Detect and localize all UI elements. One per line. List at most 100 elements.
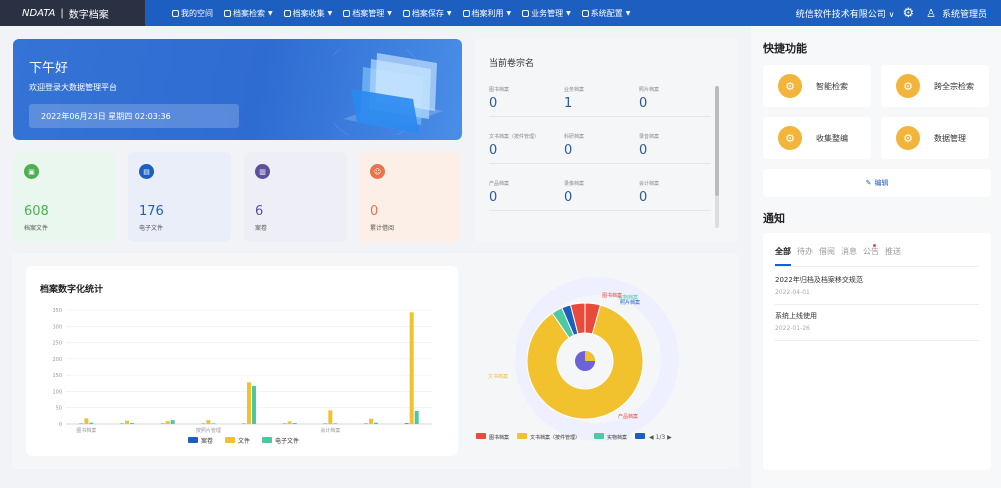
stat-value: 176 (139, 204, 164, 219)
bar[interactable] (211, 423, 216, 424)
notice-tab-3[interactable]: 消息 (841, 246, 857, 257)
bar-chart: 0 50 100 150 200 250 300 350 图书档案 按照片管理 会计档案案卷 文件 电子… (52, 308, 432, 445)
fonds-panel: 当前卷宗名 图书档案 0 业务档案 1 照片档案 0 文书档案（按件管理） 0 科研档案 0 录音档… (475, 38, 738, 242)
fonds-item[interactable]: 照片档案 0 (639, 86, 714, 111)
notice-tab-5[interactable]: 推送 (885, 246, 901, 257)
app-logo[interactable]: NDATA | 数字档案 (0, 0, 145, 26)
quick-label: 数据管理 (934, 133, 966, 143)
stat-card-3[interactable]: ☺ 0 累计借阅 (359, 152, 462, 242)
legend-swatch (517, 433, 527, 439)
bar[interactable] (333, 423, 338, 424)
gear-icon[interactable]: ⚙ (902, 6, 914, 21)
fonds-item[interactable]: 文书档案（按件管理） 0 (489, 133, 564, 158)
legend-label[interactable]: 案卷 (201, 437, 213, 445)
bar[interactable] (328, 410, 333, 424)
bar[interactable] (252, 385, 256, 424)
notice-tab-2[interactable]: 借阅 (819, 246, 835, 257)
menu-item-1[interactable]: 档案检索 ▼ (224, 0, 273, 26)
menu-icon (522, 9, 530, 17)
x-tick-label: 图书档案 (76, 427, 96, 434)
legend-swatch (262, 437, 272, 443)
stat-card-2[interactable]: ▥ 6 案卷 (244, 152, 347, 242)
fonds-value: 0 (639, 143, 648, 158)
stat-card-0[interactable]: ▣ 608 档案文件 (13, 152, 116, 242)
menu-item-7[interactable]: 系统配置 ▼ (581, 0, 631, 26)
notice-item[interactable]: 系统上线使用 2022-01-26 (775, 311, 979, 341)
chevron-down-icon: ▼ (268, 9, 273, 17)
bar[interactable] (287, 421, 292, 424)
legend-swatch (635, 433, 645, 439)
menu-icon (283, 9, 291, 17)
fonds-label: 产品档案 (489, 181, 510, 187)
menu-label: 档案管理 (352, 8, 385, 18)
fonds-item[interactable]: 图书档案 0 (489, 86, 564, 111)
fonds-item[interactable]: 录像档案 0 (564, 180, 639, 205)
bar[interactable] (404, 423, 409, 424)
fonds-title: 当前卷宗名 (489, 59, 535, 69)
menu-label: 档案收集 (292, 8, 325, 18)
user-menu[interactable]: ♙ 系统管理员 (926, 7, 987, 20)
org-selector[interactable]: 统信软件技术有限公司 ∨ (796, 7, 895, 20)
stat-card-1[interactable]: ▤ 176 电子文件 (128, 152, 231, 242)
bar[interactable] (206, 420, 211, 424)
nav-right: 统信软件技术有限公司 ∨ ⚙ ♙ 系统管理员 (796, 0, 1001, 26)
notice-divider (775, 340, 979, 341)
legend-label[interactable]: 文书档案（按件管理） (530, 434, 580, 441)
menu-item-3[interactable]: 档案管理 ▼ (343, 0, 392, 26)
menu-item-0[interactable]: 我的空间 (172, 0, 213, 26)
bar[interactable] (125, 420, 129, 424)
bar[interactable] (165, 421, 170, 424)
fonds-item[interactable]: 科研档案 0 (564, 133, 639, 158)
bar[interactable] (374, 422, 378, 424)
bar-chart-card: 档案数字化统计 0 50 100 150 200 250 300 350 图书档案 按照片管理 会计… (26, 266, 458, 456)
menu-item-6[interactable]: 业务管理 ▼ (522, 0, 571, 26)
quick-item-3[interactable]: ⚙ 数据管理 (881, 117, 989, 159)
notice-divider (775, 304, 979, 305)
fonds-item[interactable]: 会计档案 0 (639, 180, 714, 205)
bar[interactable] (170, 420, 175, 424)
notice-tab-4[interactable]: 公告 (863, 244, 879, 257)
edit-button[interactable]: ✎ 编辑 (763, 169, 991, 197)
notice-tab-1[interactable]: 待办 (797, 246, 813, 257)
legend-label[interactable]: 图书档案 (489, 434, 509, 441)
bar[interactable] (89, 422, 94, 424)
legend-label[interactable]: 电子文件 (275, 437, 299, 445)
fonds-value: 1 (564, 96, 573, 111)
bar[interactable] (247, 382, 251, 424)
scrollbar[interactable] (715, 86, 719, 228)
fonds-item[interactable]: 产品档案 0 (489, 180, 564, 205)
folder-illustration (333, 49, 443, 135)
quick-item-2[interactable]: ⚙ 收集整编 (763, 117, 871, 159)
legend-label[interactable]: 实物档案 (607, 434, 627, 441)
chevron-down-icon: ▼ (625, 9, 631, 17)
user-name: 系统管理员 (941, 9, 987, 20)
bar[interactable] (409, 312, 414, 424)
datetime-display: 2022年06月23日 星期四 02:03:36 (29, 104, 239, 128)
right-sidebar: 快捷功能 ⚙ 智能检索 ⚙ 跨全宗检索 ⚙ 收集整编 ⚙ 数据管理 ✎ 编辑 通知 全部 待办 借阅… (751, 26, 1001, 488)
bar[interactable] (130, 423, 134, 424)
menu-label: 业务管理 (531, 8, 564, 18)
notice-item[interactable]: 2022年归档及档案移交规范 2022-04-01 (775, 275, 979, 305)
chevron-down-icon: ▼ (566, 9, 571, 17)
stat-icon: ▥ (255, 164, 270, 179)
x-tick-label: 按照片管理 (196, 427, 221, 434)
quick-item-0[interactable]: ⚙ 智能检索 (763, 65, 871, 107)
menu-item-2[interactable]: 档案收集 ▼ (283, 0, 332, 26)
legend-label[interactable]: 文件 (238, 437, 250, 445)
edit-label: 编辑 (874, 179, 889, 187)
quick-item-1[interactable]: ⚙ 跨全宗检索 (881, 65, 989, 107)
bar[interactable] (369, 418, 373, 424)
fonds-item[interactable]: 业务档案 1 (564, 86, 639, 111)
bar[interactable] (84, 418, 89, 424)
bar[interactable] (414, 410, 419, 424)
fonds-item[interactable]: 录音档案 0 (639, 133, 714, 158)
scrollbar-thumb[interactable] (715, 86, 719, 196)
legend-pager[interactable]: ◀ 1/3 ▶ (649, 434, 672, 441)
menu-item-5[interactable]: 档案利用 ▼ (462, 0, 511, 26)
menu-item-4[interactable]: 档案保存 ▼ (402, 0, 452, 26)
notice-tab-0[interactable]: 全部 (775, 246, 791, 257)
y-tick-label: 300 (52, 324, 62, 330)
bar[interactable] (292, 423, 297, 424)
fonds-label: 会计档案 (639, 181, 660, 187)
gear-icon: ⚙ (896, 126, 920, 150)
